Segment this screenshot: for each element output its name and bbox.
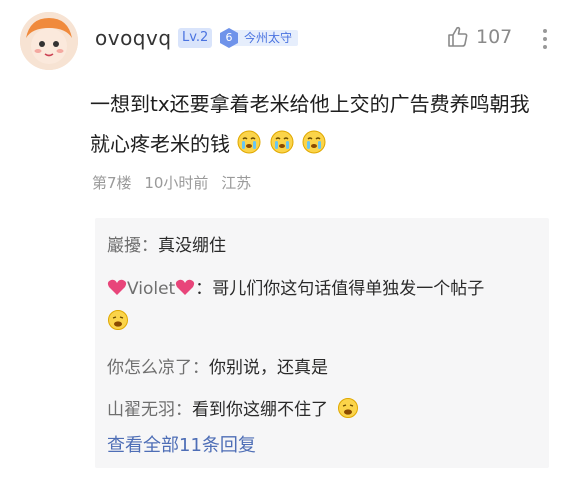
reply-panel: 巖擾：真没绷住 Violet ：哥儿们你这句话值得单独发一个帖子 你怎么凉了：你… [95,218,549,468]
reply-emoji-line [107,309,129,336]
crying-emoji-icon [237,130,261,154]
reply-author[interactable]: 你怎么凉了： [107,358,209,378]
crying-emoji-icon [270,130,294,154]
rank-badge: 今州太守 6 [218,27,313,49]
location: 江苏 [221,174,252,192]
rank-title: 今州太守 [232,30,299,46]
comment-text: 一想到tx还要拿着老米给他上交的广告费养鸣朝我 就心疼老米的钱 [90,84,560,164]
avatar[interactable] [20,12,78,70]
reply-text: ：哥儿们你这句话值得单独发一个帖子 [195,279,485,299]
heart-icon [107,279,127,295]
like-button[interactable]: 107 [446,25,512,49]
laughing-crying-emoji-icon [108,310,128,330]
reply-text: 真没绷住 [158,236,226,256]
reply-author[interactable]: 巖擾： [107,236,158,256]
avatar-face-icon [20,12,78,70]
comment-line-2: 就心疼老米的钱 [90,124,560,164]
post-time: 10小时前 [144,174,209,192]
reply-text: 看到你这绷不住了 [192,400,328,420]
reply-text: 你别说，还真是 [209,358,328,378]
rank-number: 6 [225,31,233,44]
floor-number: 第7楼 [92,174,132,192]
level-badge: Lv.2 [178,28,213,48]
reply-author[interactable]: 山翟无羽： [107,400,192,420]
view-all-replies-link[interactable]: 查看全部11条回复 [107,431,256,457]
reply-item[interactable]: 巖擾：真没绷住 [107,231,226,256]
comment-line-2-text: 就心疼老米的钱 [90,132,230,156]
heart-icon [176,279,195,295]
comment-meta: 第7楼 10小时前 江苏 [92,172,259,193]
more-options-icon[interactable] [538,26,552,52]
username[interactable]: ovoqvq [95,26,172,50]
comment-line-1: 一想到tx还要拿着老米给他上交的广告费养鸣朝我 [90,92,530,116]
crying-emoji-icon [302,130,326,154]
reply-item[interactable]: Violet ：哥儿们你这句话值得单独发一个帖子 [107,274,484,299]
reply-item[interactable]: 你怎么凉了：你别说，还真是 [107,353,328,378]
laughing-crying-emoji-icon [338,398,359,418]
reply-item[interactable]: 山翟无羽：看到你这绷不住了 [107,395,359,420]
thumbs-up-icon [448,26,468,47]
like-count: 107 [476,26,513,48]
reply-author[interactable]: Violet [127,279,175,299]
